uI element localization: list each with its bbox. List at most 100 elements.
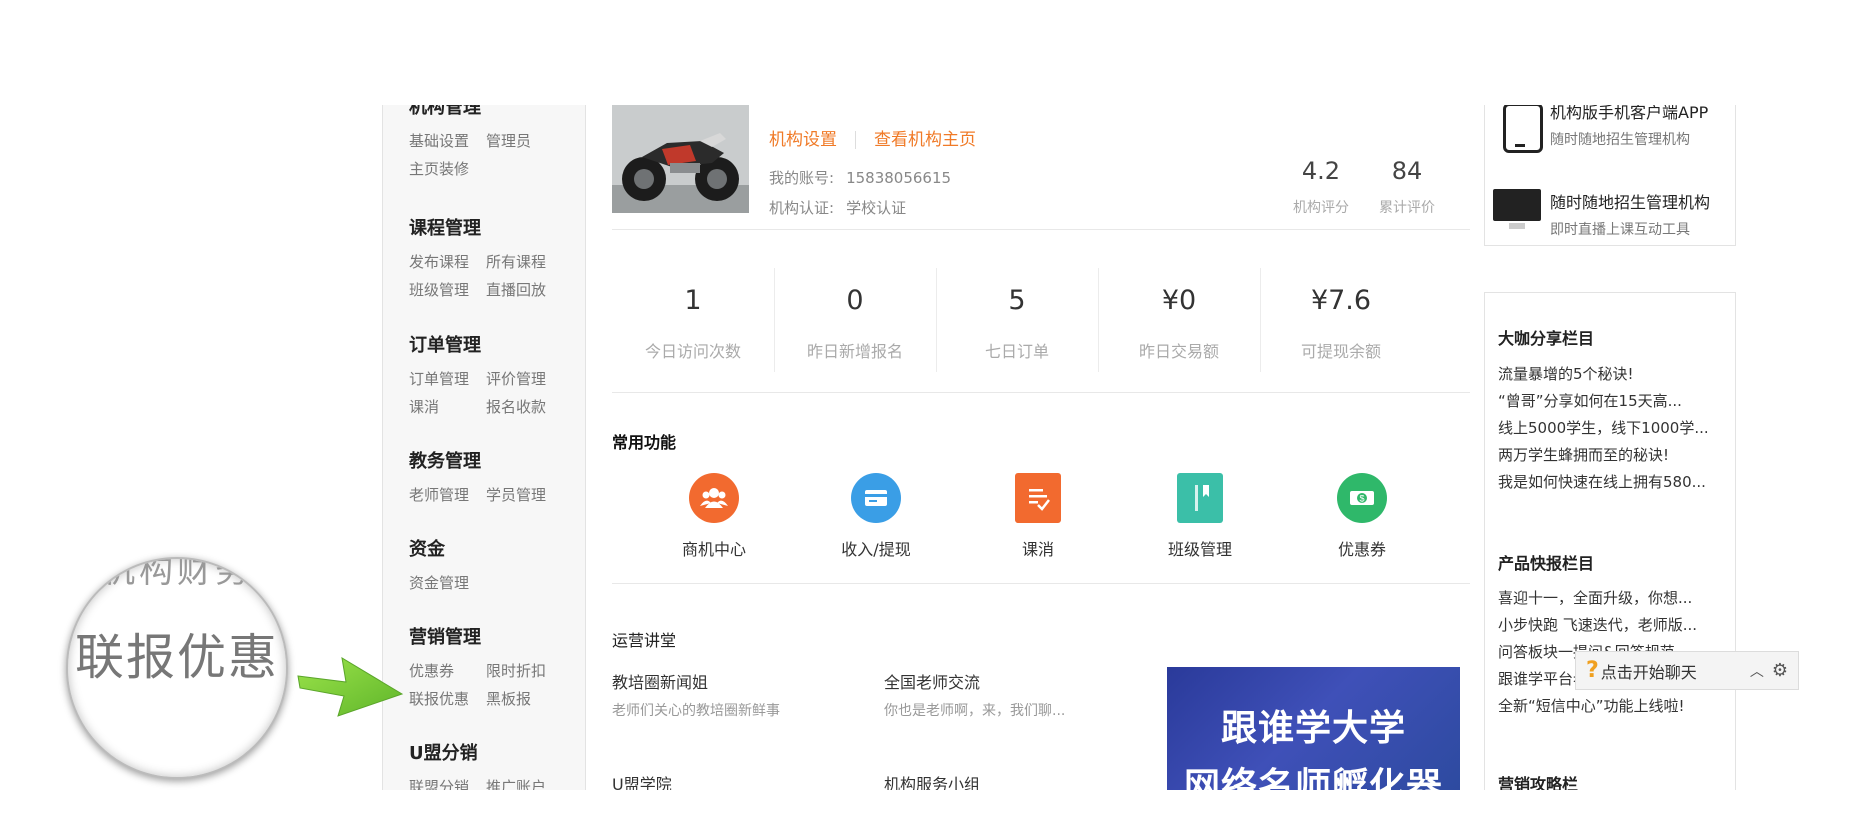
sidebar-group-title: 课程管理 — [409, 218, 481, 239]
sidebar-group-order: 订单管理 订单管理 评价管理 课消 报名收款 — [409, 335, 563, 421]
sidebar-link-bundle-discount[interactable]: 联报优惠 — [409, 685, 486, 713]
sidebar-link-review-manage[interactable]: 评价管理 — [486, 365, 563, 393]
func-consume[interactable]: 课消 — [963, 473, 1113, 560]
sidebar: 机构管理 基础设置 管理员 主页装修 课程管理 发布课程 所有课程 班级管理 直播回放… — [382, 105, 586, 790]
share-item[interactable]: 线上5000学生，线下1000学... — [1498, 415, 1720, 442]
sidebar-link-live-replay[interactable]: 直播回放 — [486, 276, 563, 304]
sidebar-link-student-manage[interactable]: 学员管理 — [486, 481, 563, 509]
share-item[interactable]: “曾哥”分享如何在15天高... — [1498, 388, 1720, 415]
info-columns-card: 大咖分享栏目 流量暴增的5个秘诀! “曾哥”分享如何在15天高... 线上500… — [1484, 292, 1736, 790]
sidebar-link-alliance-distribution[interactable]: 联盟分销 — [409, 773, 486, 790]
common-functions-title: 常用功能 — [612, 433, 677, 452]
sidebar-group-academic: 教务管理 老师管理 学员管理 — [409, 451, 563, 509]
magnifier-big-text: 联报优惠 — [74, 629, 279, 686]
sidebar-link-funds-manage[interactable]: 资金管理 — [409, 569, 486, 597]
stat-today-visits[interactable]: 1 今日访问次数 — [612, 267, 774, 375]
sidebar-link-homepage-decor[interactable]: 主页装修 — [409, 155, 486, 183]
banner-line1: 跟谁学大学 — [1220, 708, 1406, 749]
strategy-column-title: 营销攻略栏 — [1498, 775, 1579, 790]
share-column-title: 大咖分享栏目 — [1498, 329, 1595, 348]
card-icon — [851, 473, 901, 523]
chat-label: 点击开始聊天 — [1600, 662, 1697, 682]
ops-item-title: 教培圈新闻姐 — [612, 673, 709, 692]
sidebar-link-teacher-manage[interactable]: 老师管理 — [409, 481, 486, 509]
checklist-icon — [1015, 473, 1061, 523]
news-item[interactable]: 小步快跑 飞速迭代，老师版... — [1498, 612, 1720, 639]
sidebar-group-title: U盟分销 — [409, 743, 478, 764]
func-opportunity-center[interactable]: 商机中心 — [639, 473, 789, 560]
ops-item-u-academy[interactable]: U盟学院 — [612, 771, 672, 790]
group-icon — [689, 473, 739, 523]
sidebar-group-title: 营销管理 — [409, 627, 481, 648]
chevron-up-icon[interactable]: ︿ — [1750, 661, 1764, 681]
reviews-label: 累计评价 — [1379, 200, 1435, 216]
stat-yesterday-revenue[interactable]: ¥0 昨日交易额 — [1098, 267, 1260, 375]
news-item[interactable]: 全新“短信中心”功能上线啦! — [1498, 693, 1720, 720]
sidebar-link-admins[interactable]: 管理员 — [486, 127, 563, 155]
ops-item-news[interactable]: 教培圈新闻姐 老师们关心的教培圈新鲜事 — [612, 669, 780, 720]
app-item-mobile[interactable]: 机构版手机客户端APP 随时随地招生管理机构 — [1550, 105, 1708, 149]
sidebar-group-marketing: 营销管理 优惠券 限时折扣 联报优惠 黑板报 — [409, 627, 563, 713]
func-label: 课消 — [1021, 540, 1054, 559]
sidebar-link-basic-settings[interactable]: 基础设置 — [409, 127, 486, 155]
stat-label: 七日订单 — [984, 342, 1049, 361]
app-item-live[interactable]: 随时随地招生管理机构 即时直播上课互动工具 — [1550, 189, 1710, 239]
sidebar-link-publish-course[interactable]: 发布课程 — [409, 248, 486, 276]
phone-icon — [1503, 105, 1543, 153]
chat-bar[interactable]: ? 点击开始聊天 ︿ ⚙ — [1575, 651, 1799, 690]
stat-value: ¥7.6 — [1310, 285, 1372, 316]
main-content: 机构设置 查看机构主页 我的账号: 15838056615 机构认证: 学校认证 4.… — [612, 105, 1470, 790]
stat-label: 可提现余额 — [1300, 342, 1381, 361]
app-item-title: 随时随地招生管理机构 — [1550, 193, 1711, 212]
ops-lecture-title: 运营讲堂 — [612, 631, 677, 650]
sidebar-link-coupon[interactable]: 优惠券 — [409, 657, 486, 685]
func-class-manage[interactable]: 班级管理 — [1125, 473, 1275, 560]
news-item[interactable]: 喜迎十一，全面升级，你想... — [1498, 585, 1720, 612]
rating-label: 机构评分 — [1293, 200, 1349, 216]
divider — [612, 392, 1470, 393]
sidebar-link-blackboard[interactable]: 黑板报 — [486, 685, 563, 713]
ops-item-title: 全国老师交流 — [884, 673, 981, 692]
sidebar-group-title: 教务管理 — [409, 451, 481, 472]
account-value: 15838056615 — [846, 169, 952, 187]
stat-value: ¥0 — [1161, 285, 1197, 316]
sidebar-link-class-manage[interactable]: 班级管理 — [409, 276, 486, 304]
func-coupon[interactable]: $ 优惠券 — [1287, 473, 1437, 560]
divider — [612, 583, 1470, 584]
reviews-value: 84 — [1391, 157, 1423, 185]
app-item-title: 机构版手机客户端APP — [1550, 105, 1709, 122]
rating-block: 4.2 机构评分 — [1286, 157, 1356, 217]
app-promo-card: 机构版手机客户端APP 随时随地招生管理机构 随时随地招生管理机构 即时直播上课… — [1484, 105, 1736, 246]
sidebar-link-all-courses[interactable]: 所有课程 — [486, 248, 563, 276]
sidebar-link-promo-account[interactable]: 推广账户 — [486, 773, 563, 790]
func-income-withdraw[interactable]: 收入/提现 — [801, 473, 951, 560]
stat-withdrawable-balance[interactable]: ¥7.6 可提现余额 — [1260, 267, 1422, 375]
stat-seven-day-orders[interactable]: 5 七日订单 — [936, 267, 1098, 375]
sidebar-group-funds: 资金 资金管理 — [409, 539, 486, 597]
magnifier-callout: 机构财务 联报优惠 — [66, 557, 288, 779]
banner-line2: 网络名师孵化器 — [1183, 766, 1443, 790]
func-label: 优惠券 — [1337, 540, 1386, 559]
sidebar-link-enroll-payment[interactable]: 报名收款 — [486, 393, 563, 421]
app-item-sub: 随时随地招生管理机构 — [1550, 132, 1690, 148]
ops-item-sub: 老师们关心的教培圈新鲜事 — [612, 703, 780, 719]
cash-icon: $ — [1337, 473, 1387, 523]
account-info: 我的账号: 15838056615 机构认证: 学校认证 — [769, 163, 951, 223]
sidebar-link-order-manage[interactable]: 订单管理 — [409, 365, 486, 393]
ops-item-service-group[interactable]: 机构服务小组 — [884, 771, 980, 790]
promo-banner[interactable]: 跟谁学大学 网络名师孵化器 — [1167, 667, 1460, 790]
gear-icon[interactable]: ⚙ — [1772, 660, 1788, 681]
stat-new-enrollments[interactable]: 0 昨日新增报名 — [774, 267, 936, 375]
sidebar-link-consume[interactable]: 课消 — [409, 393, 486, 421]
org-avatar[interactable] — [612, 105, 749, 213]
org-settings-link[interactable]: 机构设置 — [769, 130, 837, 150]
sidebar-link-limited-discount[interactable]: 限时折扣 — [486, 657, 563, 685]
ops-item-teacher-exchange[interactable]: 全国老师交流 你也是老师啊，来，我们聊... — [884, 669, 1065, 720]
stat-value: 5 — [1008, 285, 1026, 316]
monitor-icon — [1493, 189, 1541, 229]
share-item[interactable]: 流量暴增的5个秘诀! — [1498, 361, 1720, 388]
share-item[interactable]: 两万学生蜂拥而至的秘诀! — [1498, 442, 1720, 469]
view-homepage-link[interactable]: 查看机构主页 — [874, 130, 976, 150]
link-divider — [855, 131, 856, 149]
share-item[interactable]: 我是如何快速在线上拥有580... — [1498, 469, 1720, 496]
